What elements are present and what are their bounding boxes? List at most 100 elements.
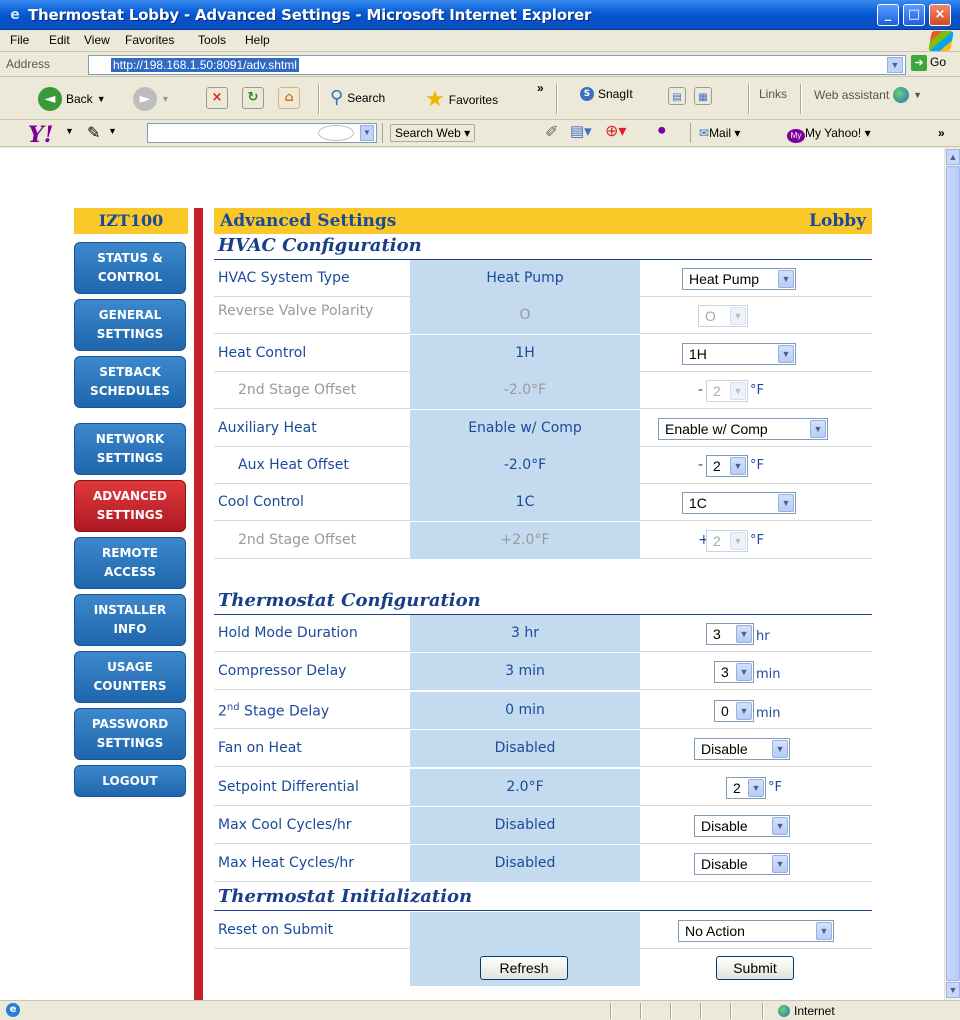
refresh-button[interactable]: Refresh (480, 956, 568, 980)
toolbar-chevron-icon[interactable]: » (537, 81, 544, 95)
setting-select[interactable]: 2 ▼ (726, 776, 766, 799)
star-icon: ★ (425, 87, 445, 112)
nav-password-settings[interactable]: Password Settings (74, 708, 186, 760)
scroll-down-icon[interactable]: ▼ (946, 982, 960, 998)
select-value: 3 (713, 626, 721, 642)
setting-select[interactable]: 0 ▼ (714, 699, 754, 722)
select-value: 3 (721, 664, 729, 681)
nav-installer-info[interactable]: Installer Info (74, 594, 186, 646)
nav-label: General Settings (96, 308, 164, 341)
select-value: 1C (689, 495, 707, 512)
mail-button[interactable]: ✉Mail ▾ (699, 126, 740, 140)
address-dropdown-icon[interactable]: ▼ (887, 57, 903, 73)
home-button[interactable]: ⌂ (278, 87, 300, 109)
setting-control: -2 ▼ °F (640, 447, 872, 484)
yahoo-chevron-icon[interactable]: » (938, 126, 945, 140)
favorites-button[interactable]: ★ Favorites (425, 87, 498, 112)
nav-general-settings[interactable]: General Settings (74, 299, 186, 351)
menu-view[interactable]: View (84, 33, 110, 47)
setting-select[interactable]: 3 ▼ (706, 623, 754, 645)
setting-select: O ▼ (698, 305, 748, 328)
snagit-editor-icon[interactable]: ▦ (694, 87, 712, 105)
sign-prefix: - (698, 457, 704, 473)
setting-select[interactable]: 2 ▼ (706, 455, 748, 477)
menu-favorites[interactable]: Favorites (125, 33, 174, 47)
scroll-up-icon[interactable]: ▲ (946, 149, 960, 165)
search-button[interactable]: ⚲ Search (330, 87, 385, 108)
chevron-down-icon: ▼ (736, 701, 752, 720)
yahoo-search-input[interactable]: ▼ (147, 123, 377, 143)
address-input[interactable]: http://198.168.1.50:8091/adv.shtml ▼ (88, 55, 906, 75)
search-web-button[interactable]: Search Web ▾ (390, 124, 476, 142)
nav-label: Advanced Settings (92, 489, 167, 522)
unit-label: hr (756, 629, 770, 644)
standard-toolbar: ◄ Back ▼ ► ▼ × ↻ ⌂ ⚲ Search ★ Favorites … (0, 78, 960, 120)
hvac-row: Cool Control 1C 1C ▼ (214, 484, 872, 522)
highlight-pen-icon[interactable]: ✐ (545, 122, 558, 142)
setting-control: Heat Pump ▼ (640, 260, 872, 297)
menu-help[interactable]: Help (245, 33, 270, 47)
forward-button[interactable]: ► ▼ (133, 87, 170, 111)
windows-logo-icon (928, 31, 954, 51)
label-text: Stage Delay (239, 703, 330, 720)
menu-file[interactable]: File (10, 33, 29, 47)
current-value: 0 min (410, 691, 640, 729)
yahoo-logo[interactable]: Y! (28, 122, 53, 148)
current-value: O (410, 297, 640, 335)
back-dropdown-icon: ▼ (96, 94, 106, 104)
nav-status-and-control[interactable]: Status & Control (74, 242, 186, 294)
snagit-capture-icon[interactable]: ▤ (668, 87, 686, 105)
nav-network-settings[interactable]: Network Settings (74, 423, 186, 475)
menu-tools[interactable]: Tools (198, 33, 226, 47)
setting-select[interactable]: Heat Pump ▼ (682, 268, 796, 290)
my-yahoo-button[interactable]: My My Yahoo! ▾ (787, 126, 871, 143)
unit-label: °F (768, 779, 782, 795)
stop-button[interactable]: × (206, 87, 228, 109)
search-label: Search (347, 90, 386, 105)
nav-logout[interactable]: Logout (74, 765, 186, 797)
setting-select[interactable]: Disable ▼ (694, 853, 790, 876)
setting-select[interactable]: 1H ▼ (682, 342, 796, 365)
minimize-button[interactable]: _ (877, 4, 899, 26)
yahoo-dropdown-icon[interactable]: ▼ (65, 126, 74, 136)
crosshair-icon[interactable]: ⊕▾ (605, 121, 626, 141)
nav-label: Remote Access (102, 546, 158, 579)
setting-select[interactable]: 3 ▼ (714, 661, 754, 684)
maximize-button[interactable]: □ (903, 4, 925, 26)
yahoo-search-dropdown-icon[interactable]: ▼ (360, 125, 374, 141)
snagit-button[interactable]: S SnagIt (580, 87, 633, 101)
nav-setback-schedules[interactable]: Setback Schedules (74, 356, 186, 408)
nav-advanced-settings[interactable]: Advanced Settings (74, 480, 186, 532)
my-yahoo-label: My Yahoo! (805, 126, 862, 140)
links-button[interactable]: Links (759, 87, 787, 101)
mail-label: Mail (709, 126, 732, 140)
setting-control: +2 ▼ °F (640, 522, 872, 559)
vertical-scrollbar[interactable]: ▲ ▼ (944, 148, 960, 1000)
back-button[interactable]: ◄ Back ▼ (38, 87, 106, 111)
setting-select[interactable]: Enable w/ Comp ▼ (658, 417, 828, 440)
web-assistant-button[interactable]: Web assistant ▼ (814, 87, 922, 103)
audio-icon[interactable]: ⏺ (658, 122, 666, 139)
layout-icon[interactable]: ▤▾ (570, 122, 592, 140)
close-button[interactable]: × (929, 4, 951, 26)
setting-label: Heat Control (218, 344, 307, 361)
setting-select[interactable]: Disable ▼ (694, 815, 790, 837)
scroll-thumb[interactable] (946, 166, 960, 981)
menu-edit[interactable]: Edit (49, 33, 70, 47)
setting-select: 2 ▼ (706, 380, 748, 403)
pencil-dropdown-icon[interactable]: ▼ (108, 126, 117, 136)
search-icon: ⚲ (330, 87, 344, 108)
submit-button[interactable]: Submit (716, 956, 794, 980)
stop-icon: × (206, 87, 228, 109)
select-value: Enable w/ Comp (665, 420, 768, 437)
refresh-toolbar-button[interactable]: ↻ (242, 87, 264, 109)
nav-usage-counters[interactable]: Usage Counters (74, 651, 186, 703)
go-button[interactable]: ➜ Go (911, 55, 946, 71)
reset-on-submit-select[interactable]: No Action ▼ (678, 920, 834, 942)
nav-remote-access[interactable]: Remote Access (74, 537, 186, 589)
pencil-icon[interactable]: ✎ (87, 123, 100, 143)
setting-select[interactable]: Disable ▼ (694, 738, 790, 761)
setting-select[interactable]: 1C ▼ (682, 492, 796, 515)
mail-icon: ✉ (699, 126, 710, 140)
hvac-row: Aux Heat Offset -2.0°F -2 ▼ °F (214, 447, 872, 484)
